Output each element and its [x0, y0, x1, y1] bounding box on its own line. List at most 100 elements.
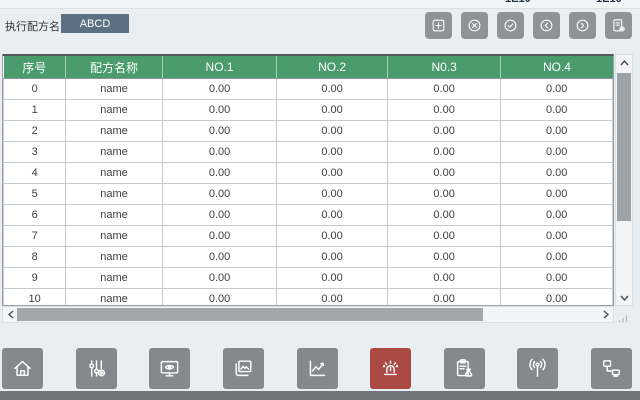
horizontal-scroll-thumb[interactable] [17, 308, 483, 321]
table-cell[interactable]: 0.00 [162, 268, 277, 289]
scroll-up-button[interactable] [616, 56, 632, 69]
table-cell[interactable]: name [66, 226, 162, 247]
table-cell[interactable]: 1 [4, 100, 66, 121]
table-cell[interactable]: 0.00 [387, 121, 501, 142]
table-cell[interactable]: 0.00 [162, 163, 277, 184]
table-cell[interactable]: name [66, 289, 162, 307]
table-cell[interactable]: 0.00 [387, 226, 501, 247]
table-cell[interactable]: 0.00 [162, 79, 277, 100]
table-cell[interactable]: 9 [4, 268, 66, 289]
table-cell[interactable]: 0.00 [501, 268, 613, 289]
table-cell[interactable]: 0.00 [501, 289, 613, 307]
column-header: NO.2 [277, 56, 388, 79]
nav-devices-button[interactable] [591, 348, 632, 389]
table-cell[interactable]: 0.00 [501, 205, 613, 226]
chevron-right-circle-icon [574, 17, 591, 34]
nav-settings-button[interactable] [76, 348, 117, 389]
table-cell[interactable]: 0 [4, 79, 66, 100]
table-cell[interactable]: name [66, 142, 162, 163]
table-cell[interactable]: 0.00 [277, 79, 388, 100]
table-row: 10name0.000.000.000.00 [4, 289, 613, 307]
action-toolbar [425, 12, 632, 39]
table-cell[interactable]: 0.00 [501, 184, 613, 205]
table-cell[interactable]: name [66, 100, 162, 121]
horizontal-scrollbar[interactable] [2, 306, 614, 323]
table-cell[interactable]: 4 [4, 163, 66, 184]
table-cell[interactable]: 10 [4, 289, 66, 307]
table-cell[interactable]: 0.00 [277, 142, 388, 163]
table-cell[interactable]: 0.00 [277, 184, 388, 205]
nav-monitor-view-button[interactable] [149, 348, 190, 389]
table-cell[interactable]: 0.00 [501, 100, 613, 121]
table-cell[interactable]: 0.00 [162, 142, 277, 163]
delete-recipe-button[interactable] [461, 12, 488, 39]
nav-home-button[interactable] [2, 348, 43, 389]
table-cell[interactable]: 0.00 [277, 289, 388, 307]
table-cell[interactable]: 3 [4, 142, 66, 163]
table-cell[interactable]: 0.00 [162, 100, 277, 121]
table-cell[interactable]: 0.00 [162, 184, 277, 205]
scroll-left-button[interactable] [4, 307, 17, 322]
top-strip: 1E10 1E10 [0, 0, 640, 9]
table-cell[interactable]: name [66, 121, 162, 142]
table-cell[interactable]: 0.00 [277, 268, 388, 289]
next-recipe-button[interactable] [569, 12, 596, 39]
vertical-scroll-thumb[interactable] [617, 73, 631, 221]
nav-communication-button[interactable] [517, 348, 558, 389]
trend-chart-icon [306, 357, 329, 380]
scroll-down-button[interactable] [616, 291, 632, 304]
confirm-recipe-button[interactable] [497, 12, 524, 39]
table-cell[interactable]: 0.00 [501, 121, 613, 142]
table-cell[interactable]: 0.00 [277, 226, 388, 247]
table-cell[interactable]: 0.00 [387, 100, 501, 121]
table-cell[interactable]: 0.00 [387, 142, 501, 163]
table-cell[interactable]: name [66, 184, 162, 205]
table-cell[interactable]: 2 [4, 121, 66, 142]
table-cell[interactable]: 0.00 [162, 205, 277, 226]
table-cell[interactable]: 0.00 [387, 289, 501, 307]
table-cell[interactable]: 0.00 [387, 268, 501, 289]
table-cell[interactable]: 5 [4, 184, 66, 205]
table-cell[interactable]: 0.00 [501, 142, 613, 163]
table-cell[interactable]: 0.00 [277, 100, 388, 121]
nav-recipe-button[interactable] [444, 348, 485, 389]
table-cell[interactable]: 0.00 [501, 163, 613, 184]
table-cell[interactable]: name [66, 163, 162, 184]
nav-gallery-button[interactable] [223, 348, 264, 389]
recipe-settings-button[interactable] [605, 12, 632, 39]
table-cell[interactable]: 0.00 [162, 247, 277, 268]
scroll-right-button[interactable] [599, 307, 612, 322]
resize-grip-icon [618, 310, 628, 328]
table-cell[interactable]: name [66, 205, 162, 226]
table-cell[interactable]: name [66, 79, 162, 100]
table-cell[interactable]: 0.00 [277, 163, 388, 184]
table-cell[interactable]: 0.00 [387, 163, 501, 184]
table-cell[interactable]: 0.00 [501, 79, 613, 100]
table-cell[interactable]: 0.00 [162, 121, 277, 142]
table-cell[interactable]: 0.00 [277, 121, 388, 142]
previous-recipe-button[interactable] [533, 12, 560, 39]
nav-trend-button[interactable] [297, 348, 338, 389]
table-cell[interactable]: 0.00 [501, 247, 613, 268]
table-cell[interactable]: 7 [4, 226, 66, 247]
table-cell[interactable]: 0.00 [387, 205, 501, 226]
table-cell[interactable]: 6 [4, 205, 66, 226]
vertical-scrollbar[interactable] [615, 54, 633, 306]
table-cell[interactable]: name [66, 268, 162, 289]
table-row: 4name0.000.000.000.00 [4, 163, 613, 184]
table-cell[interactable]: 0.00 [162, 289, 277, 307]
table-cell[interactable]: 0.00 [387, 79, 501, 100]
table-cell[interactable]: 0.00 [277, 205, 388, 226]
table-cell[interactable]: 0.00 [277, 247, 388, 268]
table-cell[interactable]: name [66, 247, 162, 268]
table-cell[interactable]: 0.00 [387, 247, 501, 268]
add-recipe-button[interactable] [425, 12, 452, 39]
nav-alarm-button[interactable] [370, 348, 411, 389]
table-cell[interactable]: 0.00 [162, 226, 277, 247]
table-cell[interactable]: 0.00 [387, 184, 501, 205]
table-cell[interactable]: 0.00 [501, 226, 613, 247]
chevron-right-icon [603, 310, 609, 319]
active-recipe-value[interactable]: ABCD [61, 14, 129, 33]
table-cell[interactable]: 8 [4, 247, 66, 268]
chevron-down-icon [620, 295, 629, 301]
